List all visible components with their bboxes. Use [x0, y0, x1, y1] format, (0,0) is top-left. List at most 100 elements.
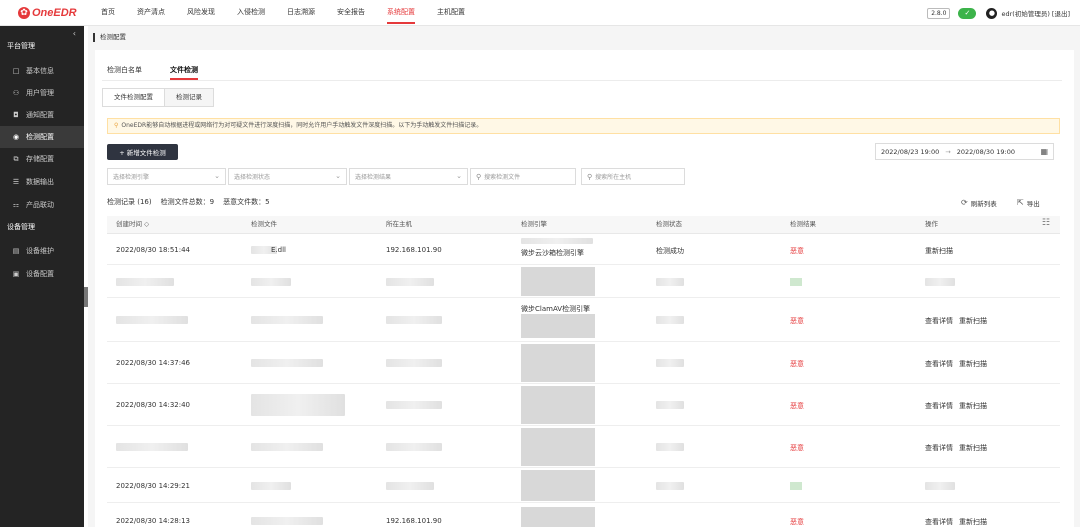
redacted-block	[116, 316, 188, 324]
host-search-placeholder: 搜索所在主机	[595, 174, 632, 181]
redacted-block	[386, 278, 434, 286]
nav-logs[interactable]: 日志溯源	[287, 0, 315, 26]
collapse-icon[interactable]: ‹	[73, 29, 76, 38]
user-label[interactable]: edr(初始管理员) [退出]	[1001, 8, 1070, 18]
malicious-total: 恶意文件数：5	[223, 198, 270, 206]
rescan-link[interactable]: 重新扫描	[959, 402, 987, 410]
engine-select[interactable]: 选择检测引擎 ⌄	[107, 168, 226, 185]
redacted-block	[251, 482, 291, 490]
redacted-block	[521, 507, 595, 527]
cloud-check-icon[interactable]: ✓	[958, 7, 977, 19]
nav-system-config[interactable]: 系统配置	[387, 0, 415, 26]
sidebar-item-notify[interactable]: ◘ 通知配置	[0, 104, 84, 126]
date-range-picker[interactable]: 2022/08/23 19:00 → 2022/08/30 19:00 ▦	[875, 143, 1054, 160]
user-icon[interactable]: ●	[986, 7, 998, 19]
nav-assets[interactable]: 资产清点	[137, 0, 165, 26]
redacted-block	[521, 314, 595, 338]
result-select[interactable]: 选择检测结果 ⌄	[349, 168, 468, 185]
output-icon: ☰	[12, 178, 20, 186]
redacted-block	[116, 443, 188, 451]
status-select[interactable]: 选择检测状态 ⌄	[228, 168, 347, 185]
sidebar-item-label: 数据输出	[26, 178, 54, 186]
record-summary: 检测记录 (16) 检测文件总数：9 恶意文件数：5	[107, 197, 279, 209]
secondary-tabs: 文件检测配置 检测记录	[102, 88, 214, 107]
sidebar-group-device: 设备管理	[7, 223, 35, 231]
redacted-block	[790, 278, 802, 286]
redacted-block	[251, 517, 323, 525]
cell-result: 恶意	[790, 444, 804, 452]
config-icon: ▣	[12, 270, 20, 278]
export-button[interactable]: ⇱ 导出	[1017, 196, 1040, 209]
rescan-link[interactable]: 重新扫描	[959, 444, 987, 452]
file-search-input[interactable]: ⚲ 搜索检测文件	[470, 168, 576, 185]
refresh-button[interactable]: ⟳ 刷新列表	[961, 196, 997, 209]
rescan-link[interactable]: 重新扫描	[925, 246, 953, 256]
cell-engine: 微步云沙箱检测引擎	[521, 249, 584, 257]
records-table: 创建时间 ◇ 检测文件 所在主机 检测引擎 检测状态 检测结果 操作 ☷ 202…	[107, 216, 1060, 527]
table-header: 创建时间 ◇ 检测文件 所在主机 检测引擎 检测状态 检测结果 操作 ☷	[107, 216, 1060, 234]
redacted-block	[251, 443, 323, 451]
redacted-block	[521, 470, 595, 501]
redacted-block	[656, 401, 684, 409]
sidebar-item-linkage[interactable]: ⚏ 产品联动	[0, 194, 84, 216]
col-engine: 检测引擎	[521, 220, 547, 228]
maintain-icon: ▤	[12, 247, 20, 255]
tab-detection-records[interactable]: 检测记录	[165, 88, 214, 107]
redacted-block	[251, 278, 291, 286]
sidebar-item-users[interactable]: ⚇ 用户管理	[0, 82, 84, 104]
date-arrow: →	[945, 147, 951, 156]
rescan-link[interactable]: 重新扫描	[959, 317, 987, 325]
date-start: 2022/08/23 19:00	[881, 147, 940, 156]
sidebar-item-label: 产品联动	[26, 201, 54, 209]
table-row: 恶意 查看详情 重新扫描	[107, 426, 1060, 468]
rescan-link[interactable]: 重新扫描	[959, 360, 987, 368]
cell-result: 恶意	[790, 402, 804, 410]
cell-result: 恶意	[790, 518, 804, 526]
table-row: 2022/08/30 18:51:44 E.dll 192.168.101.90…	[107, 234, 1060, 265]
status-select-placeholder: 选择检测状态	[234, 174, 271, 181]
view-details-link[interactable]: 查看详情	[925, 360, 953, 368]
redacted-block	[656, 316, 684, 324]
tab-file-detection-config[interactable]: 文件检测配置	[102, 88, 165, 107]
nav-host-config[interactable]: 主机配置	[437, 0, 465, 26]
redacted-block	[521, 428, 595, 466]
sidebar-item-label: 基本信息	[26, 67, 54, 75]
cell-result: 恶意	[790, 247, 804, 255]
tabs-divider	[102, 80, 1062, 81]
calendar-icon: ▦	[1040, 147, 1048, 156]
rescan-link[interactable]: 重新扫描	[959, 518, 987, 526]
sidebar-item-detection-config[interactable]: ◉ 检测配置	[0, 126, 84, 148]
view-details-link[interactable]: 查看详情	[925, 402, 953, 410]
redacted-block	[925, 278, 955, 286]
cell-file: E.dll	[271, 246, 286, 254]
target-icon: ◉	[12, 133, 20, 141]
content-card: 检测白名单 文件检测 文件检测配置 检测记录 ⚲ OneEDR能够自动根据进程或网…	[95, 50, 1074, 527]
cell-host: 192.168.101.90	[386, 517, 442, 525]
row-actions: 查看详情 重新扫描	[925, 517, 993, 527]
chevron-down-icon: ⌄	[335, 172, 341, 180]
cell-time: 2022/08/30 18:51:44	[116, 246, 191, 254]
nav-risk[interactable]: 风险发现	[187, 0, 215, 26]
new-file-detection-button[interactable]: + 新增文件检测	[107, 144, 178, 160]
cell-engine: 微步ClamAV检测引擎	[521, 305, 591, 313]
sidebar-item-basic-info[interactable]: □ 基本信息	[0, 60, 84, 82]
table-row: 2022/08/30 14:28:13 192.168.101.90 恶意 查看…	[107, 503, 1060, 527]
column-settings-icon[interactable]: ☷	[1042, 218, 1050, 228]
view-details-link[interactable]: 查看详情	[925, 444, 953, 452]
col-result: 检测结果	[790, 220, 816, 228]
sidebar-item-storage[interactable]: ⧉ 存储配置	[0, 148, 84, 170]
sidebar-item-device-maintain[interactable]: ▤ 设备维护	[0, 240, 84, 262]
cell-time: 2022/08/30 14:28:13	[116, 517, 191, 525]
nav-intrusion[interactable]: 入侵检测	[237, 0, 265, 26]
sidebar-item-label: 检测配置	[26, 133, 54, 141]
table-row: 2022/08/30 14:29:21	[107, 468, 1060, 503]
sidebar-item-device-config[interactable]: ▣ 设备配置	[0, 263, 84, 285]
host-search-input[interactable]: ⚲ 搜索所在主机	[581, 168, 685, 185]
nav-home[interactable]: 首页	[101, 0, 115, 26]
logo[interactable]: ✿ OneEDR	[18, 6, 77, 20]
nav-reports[interactable]: 安全报告	[337, 0, 365, 26]
col-created-time[interactable]: 创建时间 ◇	[116, 216, 149, 234]
view-details-link[interactable]: 查看详情	[925, 518, 953, 526]
sidebar-item-data-output[interactable]: ☰ 数据输出	[0, 171, 84, 193]
view-details-link[interactable]: 查看详情	[925, 317, 953, 325]
